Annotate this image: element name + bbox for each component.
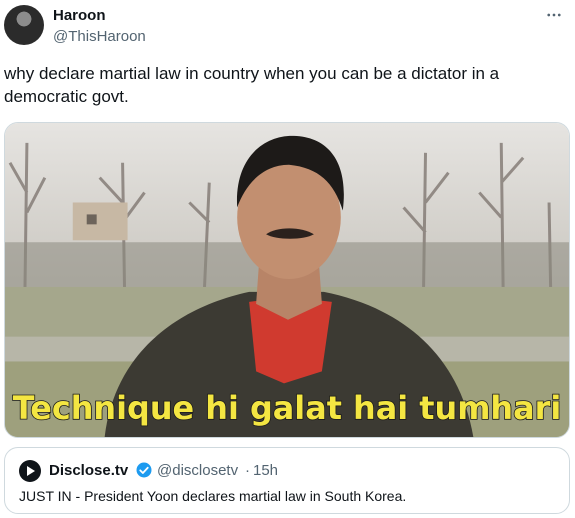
quoted-timestamp[interactable]: 15h	[253, 462, 278, 479]
author-handle[interactable]: @ThisHaroon	[53, 28, 146, 45]
quoted-author-name[interactable]: Disclose.tv	[49, 462, 128, 479]
more-dots-icon	[547, 13, 561, 17]
author-name[interactable]: Haroon	[53, 7, 106, 24]
tweet-text: why declare martial law in country when …	[4, 64, 500, 106]
quoted-tweet[interactable]: Disclose.tv @disclosetv · 15h JUST IN - …	[4, 447, 570, 514]
avatar[interactable]	[4, 5, 44, 45]
verified-badge-icon	[136, 462, 152, 478]
quoted-text: JUST IN - President Yoon declares martia…	[19, 488, 407, 504]
meme-image: Technique hi galat hai tumhari	[5, 123, 569, 437]
play-logo-icon	[19, 460, 41, 482]
separator-dot: ·	[245, 462, 250, 479]
tweet: Haroon @ThisHaroon why declare martial l…	[0, 0, 575, 518]
more-button[interactable]	[543, 4, 565, 26]
quoted-author-handle[interactable]: @disclosetv	[157, 462, 238, 479]
meme-caption: Technique hi galat hai tumhari	[13, 389, 562, 427]
tweet-image[interactable]: Technique hi galat hai tumhari	[4, 122, 570, 438]
